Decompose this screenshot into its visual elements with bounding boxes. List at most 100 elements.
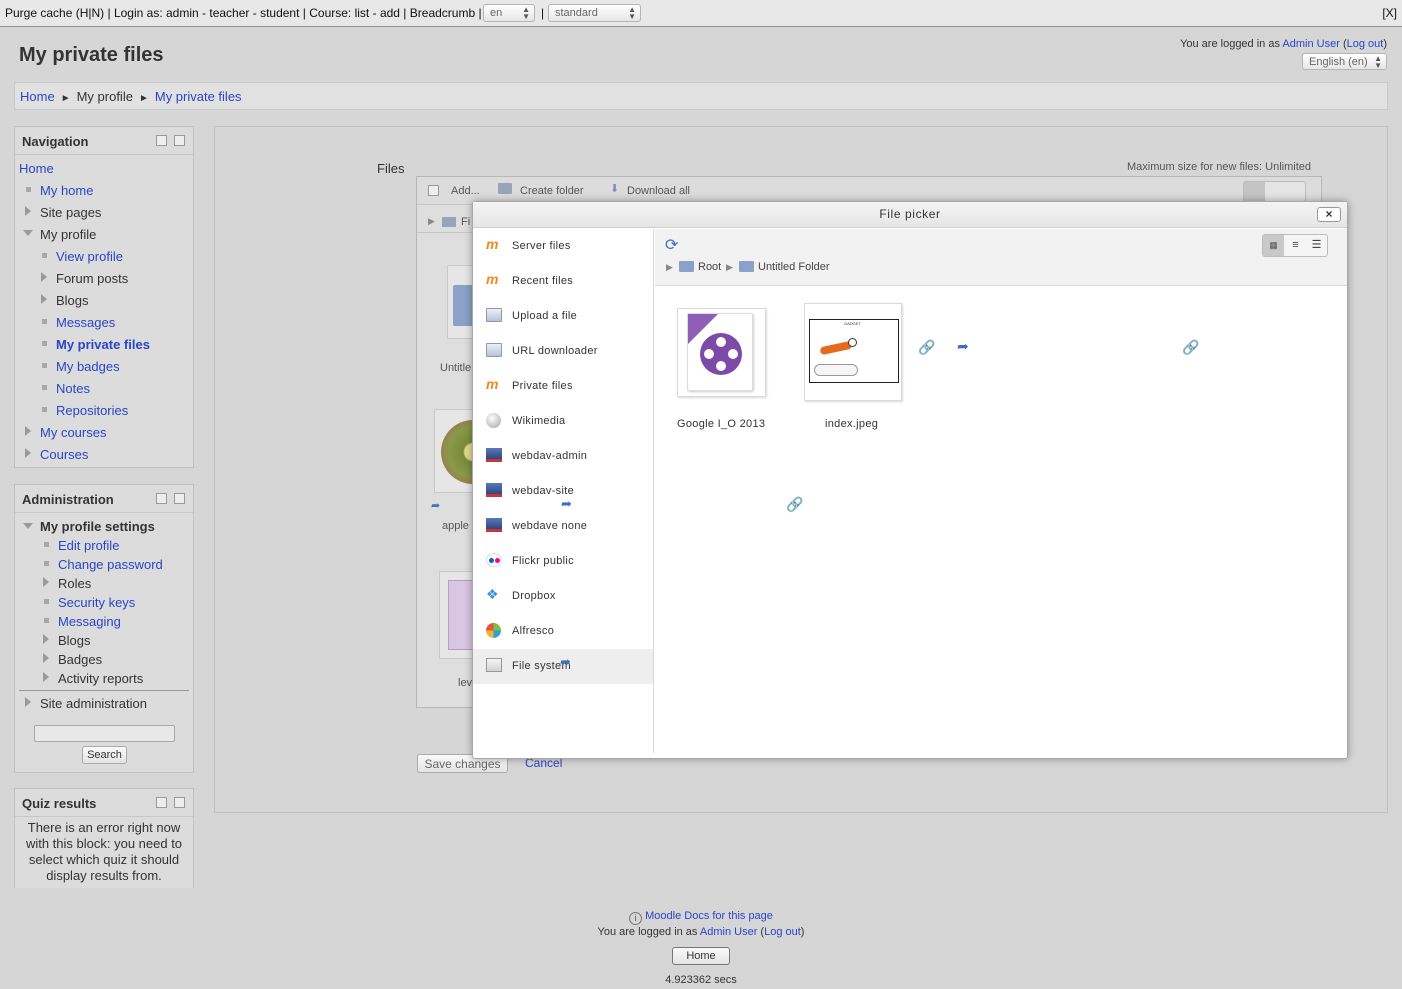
tree-view-icon[interactable]: ☰ [1306,235,1327,256]
expand-arrow-icon[interactable] [25,206,31,216]
breadcrumb-home[interactable]: Home [20,89,55,104]
close-button[interactable]: × [1317,207,1341,222]
path-untitled-folder[interactable]: Untitled Folder [758,261,830,273]
login-as-student[interactable]: student [260,6,299,20]
admin-messaging[interactable]: Messaging [58,614,121,629]
nav-my-private-files[interactable]: My private files [56,337,150,352]
collapse-icon[interactable] [156,135,167,146]
expand-arrow-icon[interactable] [25,426,31,436]
nav-my-profile[interactable]: My profile [40,227,96,242]
course-list-link[interactable]: list [355,6,370,20]
collapse-icon[interactable] [156,493,167,504]
repo-flickr-public[interactable]: Flickr public [473,544,653,579]
repo-upload-file[interactable]: Upload a file [473,299,653,334]
expand-arrow-icon[interactable] [41,272,47,282]
file-name[interactable]: Google I_O 2013 [677,418,765,430]
course-add-link[interactable]: add [380,6,400,20]
login-as-label: | Login as: [107,6,163,20]
refresh-icon[interactable]: ⟳ [665,235,678,255]
user-profile-link[interactable]: Admin User [1282,38,1339,50]
nav-blogs[interactable]: Blogs [56,293,89,308]
admin-change-password[interactable]: Change password [58,557,163,572]
admin-search-button[interactable]: Search [82,746,127,764]
bullet-icon [26,187,31,192]
admin-activity-reports[interactable]: Activity reports [58,671,143,686]
folder-thumbnail[interactable] [447,265,475,339]
repo-webdav-admin[interactable]: webdav-admin [473,439,653,474]
nav-courses[interactable]: Courses [40,447,88,462]
expand-arrow-icon[interactable] [43,672,49,682]
file-thumbnail-image[interactable]: GADGET [804,303,902,401]
admin-roles[interactable]: Roles [58,576,91,591]
purge-cache-link[interactable]: Purge cache (H|N) [5,6,104,20]
icon-view-button[interactable] [1244,182,1265,201]
dock-icon[interactable] [174,493,185,504]
expand-arrow-icon[interactable] [25,448,31,458]
repo-server-files[interactable]: m Server files [473,229,653,264]
admin-security-keys[interactable]: Security keys [58,595,135,610]
repo-file-system[interactable]: File system ➦ [473,649,653,684]
grid-view-icon[interactable]: ▦ [1263,235,1284,256]
create-folder-button[interactable]: Create folder [520,185,584,197]
repo-url-downloader[interactable]: URL downloader [473,334,653,369]
nav-my-courses[interactable]: My courses [40,425,106,440]
nav-my-home[interactable]: My home [40,183,93,198]
file-thumbnail-video[interactable] [677,308,766,397]
moodle-docs-link[interactable]: Moodle Docs for this page [645,910,773,922]
nav-my-badges[interactable]: My badges [56,359,120,374]
admin-edit-profile[interactable]: Edit profile [58,538,119,553]
expand-arrow-icon[interactable] [41,294,47,304]
repo-dropbox[interactable]: ❖ Dropbox [473,579,653,614]
language-menu[interactable]: English (en) ▲ ▼ [1302,53,1387,70]
admin-site-administration[interactable]: Site administration [40,696,147,711]
nav-messages[interactable]: Messages [56,315,115,330]
theme-select[interactable]: standard ▲ ▼ [548,4,641,22]
repo-alfresco[interactable]: Alfresco [473,614,653,649]
breadcrumb-my-private-files[interactable]: My private files [155,89,242,104]
expand-arrow-icon[interactable] [25,697,31,707]
footer-user-link[interactable]: Admin User [700,926,757,938]
repo-webdave-none[interactable]: webdave none [473,509,653,544]
info-icon: i [629,912,643,925]
collapse-arrow-icon[interactable] [23,523,33,529]
add-button[interactable]: Add... [451,185,480,197]
navigation-title: Navigation [22,134,89,149]
logout-link[interactable]: Log out [1347,38,1384,50]
repo-wikimedia[interactable]: Wikimedia [473,404,653,439]
collapse-icon[interactable] [156,797,167,808]
expand-arrow-icon[interactable] [43,634,49,644]
document-thumbnail[interactable] [439,571,474,659]
files-label: Files [377,161,405,176]
admin-blogs[interactable]: Blogs [58,633,91,648]
nav-site-pages[interactable]: Site pages [40,205,101,220]
nav-home[interactable]: Home [19,161,54,176]
expand-arrow-icon[interactable] [43,653,49,663]
dock-icon[interactable] [174,135,185,146]
login-as-teacher[interactable]: teacher [209,6,249,20]
admin-badges[interactable]: Badges [58,652,102,667]
footer-home-button[interactable]: Home [672,947,730,965]
nav-view-profile[interactable]: View profile [56,249,123,264]
nav-forum-posts[interactable]: Forum posts [56,271,128,286]
login-as-admin[interactable]: admin [166,6,199,20]
devbar-close-button[interactable]: [X] [1382,6,1397,20]
download-all-button[interactable]: Download all [627,185,690,197]
path-root[interactable]: Root [698,261,721,273]
kiwi-image [441,420,473,484]
admin-search-input[interactable] [34,725,175,742]
file-name[interactable]: index.jpeg [825,418,878,430]
nav-repositories[interactable]: Repositories [56,403,128,418]
dock-icon[interactable] [174,797,185,808]
breadcrumb-link[interactable]: Breadcrumb [410,6,475,20]
expand-arrow-icon[interactable] [43,577,49,587]
repo-private-files[interactable]: m Private files [473,369,653,404]
nav-notes[interactable]: Notes [56,381,90,396]
collapse-arrow-icon[interactable] [23,230,33,236]
admin-my-profile-settings[interactable]: My profile settings [40,519,155,534]
footer-logout-link[interactable]: Log out [764,926,801,938]
repo-recent-files[interactable]: m Recent files [473,264,653,299]
language-select[interactable]: en ▲ ▼ [483,4,535,22]
list-view-icon[interactable]: ≡ [1285,235,1306,256]
image-thumbnail[interactable] [434,409,474,493]
bullet-icon [44,542,49,547]
